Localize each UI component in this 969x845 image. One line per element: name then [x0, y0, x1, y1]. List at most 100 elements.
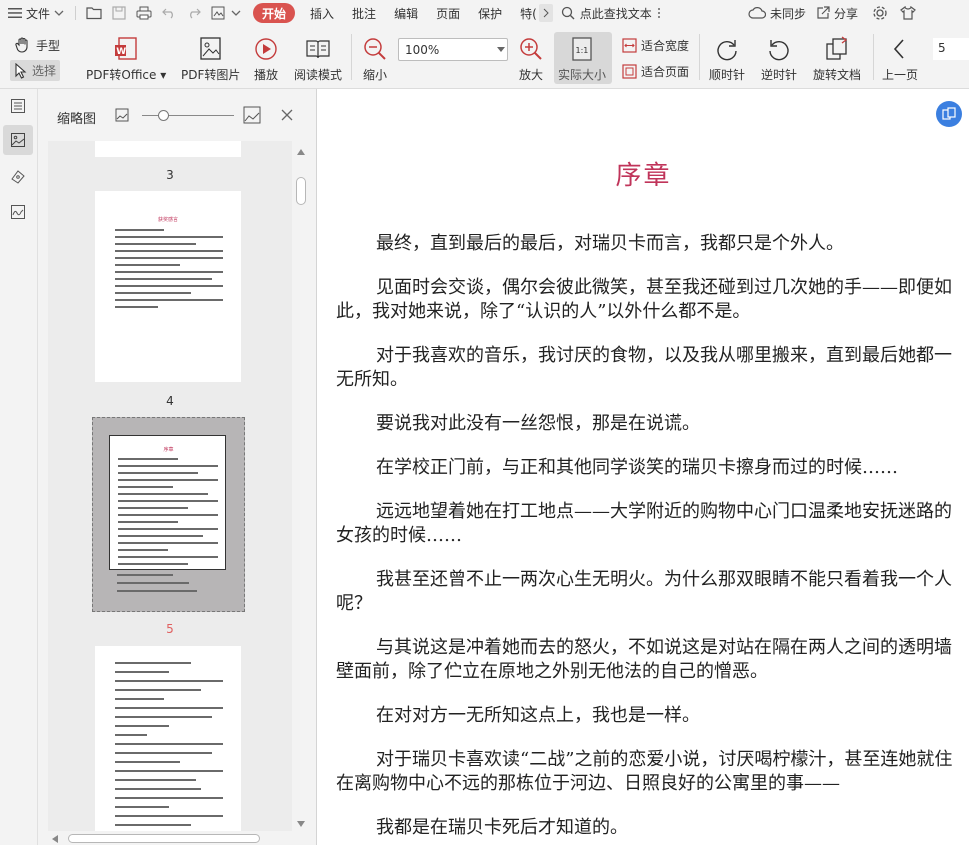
tab-annotate[interactable]: 批注	[343, 0, 385, 26]
rotate-clockwise-button[interactable]: 顺时针	[709, 36, 745, 83]
hand-tool-button[interactable]: 手型	[14, 36, 60, 54]
gear-icon[interactable]	[872, 5, 888, 21]
small-image-icon[interactable]	[115, 108, 129, 122]
thumbnails-button[interactable]	[3, 125, 33, 155]
thumbnail-text-line	[118, 507, 188, 509]
paragraph-2: 见面时会交谈，偶尔会彼此微笑，甚至我还碰到过几次她的手——即便如此，我对她来说，…	[336, 277, 952, 322]
thumbnail-text-line	[115, 264, 180, 266]
toolbar-separator	[699, 34, 700, 80]
pdf-to-image-button[interactable]: PDF转图片	[181, 36, 240, 83]
signature-icon	[10, 204, 26, 220]
large-image-icon[interactable]	[243, 106, 261, 124]
thumbnail-list[interactable]: 3 获奖感言 4 序章 5	[48, 141, 292, 831]
sync-status[interactable]: 未同步	[770, 5, 806, 22]
print-button[interactable]	[131, 0, 156, 26]
share-icon[interactable]	[816, 6, 830, 20]
share-button[interactable]: 分享	[834, 5, 858, 22]
zoom-in-button[interactable]: 放大	[518, 36, 544, 83]
thumbnail-size-slider-track[interactable]	[142, 115, 234, 116]
play-icon	[253, 36, 279, 62]
fit-width-icon	[622, 38, 637, 53]
actual-size-button[interactable]: 1:1 实际大小	[558, 36, 606, 83]
page-thumbnail-3[interactable]	[95, 141, 241, 157]
fit-page-label: 适合页面	[641, 65, 690, 79]
scroll-left-icon[interactable]	[52, 835, 58, 843]
vertical-scrollbar-thumb[interactable]	[296, 177, 306, 205]
page-thumbnail-5[interactable]: 序章	[109, 435, 226, 570]
cloud-sync-icon[interactable]	[748, 6, 766, 20]
more-tabs-button[interactable]	[538, 4, 553, 22]
page-5-title: 序章	[163, 447, 174, 453]
thumbnail-text-line	[115, 806, 169, 808]
rotate-clockwise-icon	[714, 36, 740, 62]
tab-page[interactable]: 页面	[427, 0, 469, 26]
rotate-document-label: 旋转文档	[813, 68, 862, 82]
signature-button[interactable]	[3, 197, 33, 227]
thumbnail-text-line	[115, 761, 180, 763]
document-view[interactable]: 序章 最终，直到最后的最后，对瑞贝卡而言，我都只是个外人。 见面时会交谈，偶尔会…	[318, 89, 969, 845]
find-text-box[interactable]: 点此查找文本	[561, 5, 661, 22]
tab-protect[interactable]: 保护	[469, 0, 511, 26]
selected-page-frame[interactable]: 序章	[92, 417, 245, 612]
thumbnail-text-line	[115, 662, 191, 664]
thumbnail-text-line	[118, 549, 168, 551]
scroll-up-icon[interactable]	[297, 149, 305, 155]
zoom-out-icon	[362, 36, 388, 62]
list-icon	[10, 98, 26, 114]
play-button[interactable]: 播放	[253, 36, 279, 83]
redo-icon	[187, 7, 201, 19]
bookmarks-button[interactable]	[3, 91, 33, 121]
close-icon[interactable]	[281, 109, 293, 121]
thumbnail-vertical-scrollbar[interactable]	[294, 149, 308, 833]
page-thumbnail-6[interactable]	[95, 646, 241, 831]
page-number-input[interactable]: 5	[933, 38, 969, 60]
thumbnail-size-slider-handle[interactable]	[158, 110, 169, 121]
export-button[interactable]	[206, 0, 231, 26]
page-thumbnail-4[interactable]: 获奖感言	[95, 191, 241, 382]
rotate-counterclockwise-icon	[766, 36, 792, 62]
tab-insert[interactable]: 插入	[301, 0, 343, 26]
paragraph-4: 要说我对此没有一丝怨恨，那是在说谎。	[376, 413, 700, 434]
thumbnail-text-line	[115, 743, 223, 745]
dropdown-arrow-icon[interactable]	[497, 47, 505, 52]
printer-icon	[136, 6, 152, 20]
tab-edit[interactable]: 编辑	[385, 0, 427, 26]
thumbnail-text-line	[118, 521, 178, 523]
select-tool-button[interactable]: 选择	[10, 60, 61, 81]
thumbnail-text-line	[115, 716, 212, 718]
fit-page-icon	[622, 64, 637, 79]
open-folder-button[interactable]	[81, 0, 106, 26]
tab-features[interactable]: 特(	[511, 0, 539, 26]
thumbnail-text-line	[115, 278, 212, 280]
image-export-icon	[211, 6, 227, 20]
svg-text:1:1: 1:1	[576, 46, 589, 55]
thumbnail-text-line	[115, 250, 223, 252]
tab-start[interactable]: 开始	[253, 3, 296, 23]
read-mode-button[interactable]: 阅读模式	[294, 36, 342, 83]
fit-width-button[interactable]: 适合宽度	[622, 37, 689, 54]
thumbnail-horizontal-scrollbar[interactable]	[48, 832, 294, 845]
pdf-to-office-button[interactable]: W PDF转Office ▾	[86, 36, 166, 83]
zoom-level-select[interactable]: 100%	[398, 38, 508, 61]
rotate-clockwise-label: 顺时针	[709, 68, 746, 82]
svg-text:W: W	[116, 47, 126, 57]
save-button[interactable]	[106, 0, 131, 26]
horizontal-scrollbar-thumb[interactable]	[68, 834, 260, 843]
scroll-down-icon[interactable]	[297, 821, 305, 827]
more-vertical-icon[interactable]	[657, 7, 661, 19]
chevron-down-icon[interactable]	[231, 9, 241, 17]
file-menu[interactable]: 文件	[0, 0, 70, 26]
annotations-button[interactable]	[3, 162, 33, 192]
redo-button[interactable]	[181, 0, 206, 26]
undo-button[interactable]	[156, 0, 181, 26]
fit-page-button[interactable]: 适合页面	[622, 63, 689, 80]
thumbnail-text-line	[115, 292, 191, 294]
zoom-out-button[interactable]: 缩小	[362, 36, 388, 83]
fit-width-label: 适合宽度	[641, 39, 690, 53]
rotate-counterclockwise-button[interactable]: 逆时针	[761, 36, 797, 83]
previous-page-button[interactable]: 上一页	[882, 36, 918, 83]
skin-icon[interactable]	[900, 6, 916, 20]
rotate-document-button[interactable]: 旋转文档	[813, 36, 861, 83]
translate-float-button[interactable]	[936, 101, 962, 127]
paragraph-3: 对于我喜欢的音乐，我讨厌的食物，以及我从哪里搬来，直到最后她都一无所知。	[336, 345, 952, 390]
